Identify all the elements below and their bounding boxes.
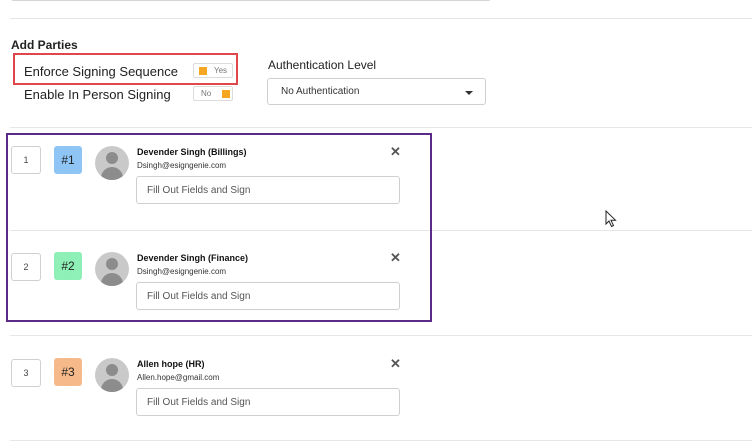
toggle-knob-icon bbox=[222, 90, 230, 98]
party-email: Allen.hope@gmail.com bbox=[137, 373, 220, 382]
party-order-input[interactable]: 3 bbox=[11, 359, 41, 387]
authentication-level-select[interactable]: No Authentication bbox=[267, 78, 486, 105]
close-icon[interactable]: ✕ bbox=[390, 357, 401, 370]
authentication-level-value: No Authentication bbox=[281, 86, 360, 97]
divider bbox=[10, 127, 752, 128]
toggle-state: No bbox=[201, 89, 212, 98]
caret-down-icon bbox=[465, 91, 473, 95]
authentication-level-label: Authentication Level bbox=[268, 58, 377, 72]
divider bbox=[10, 335, 752, 336]
mouse-cursor-icon bbox=[605, 210, 617, 228]
enable-in-person-signing-toggle[interactable]: No bbox=[193, 86, 233, 101]
highlight-box-red bbox=[13, 53, 238, 85]
divider bbox=[10, 440, 752, 441]
party-name: Allen hope (HR) bbox=[137, 359, 205, 369]
party-badge: #3 bbox=[54, 358, 82, 386]
party-role-field[interactable]: Fill Out Fields and Sign bbox=[136, 388, 400, 416]
highlight-box-purple bbox=[6, 133, 432, 322]
divider bbox=[10, 18, 752, 19]
party-role-placeholder: Fill Out Fields and Sign bbox=[147, 397, 251, 408]
enable-in-person-signing-label: Enable In Person Signing bbox=[24, 87, 171, 102]
avatar-icon bbox=[95, 358, 129, 392]
section-title: Add Parties bbox=[11, 38, 78, 52]
previous-field-edge bbox=[10, 0, 492, 1]
